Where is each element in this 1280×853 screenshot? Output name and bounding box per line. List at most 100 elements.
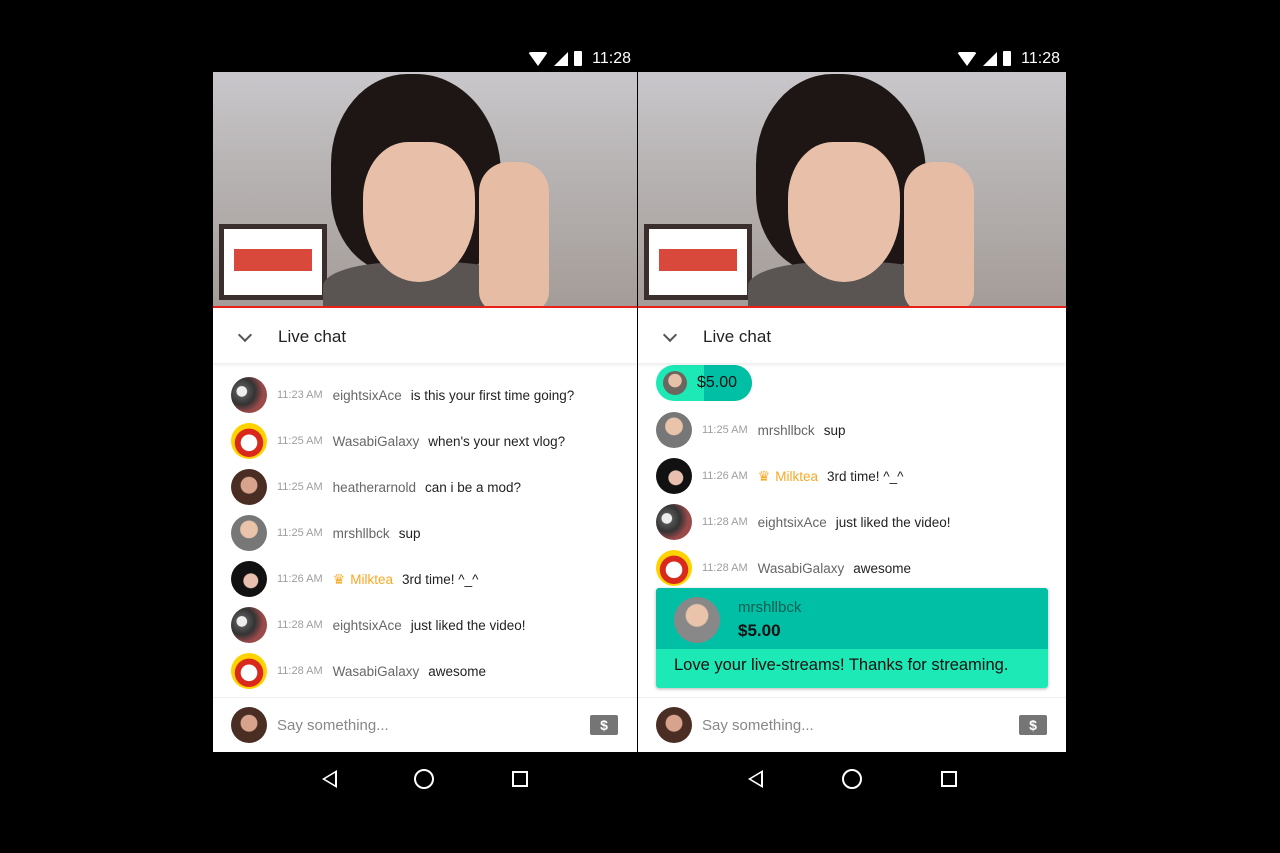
painting	[659, 249, 737, 271]
video-frame-art	[219, 224, 327, 300]
user-avatar	[231, 707, 267, 743]
video-frame-face	[363, 142, 475, 282]
navigation-bar	[638, 752, 1066, 806]
chat-message: 11:26 AM ♛ Milktea 3rd time! ^_^	[213, 556, 637, 602]
home-icon[interactable]	[841, 769, 862, 789]
super-chat-dollar-icon[interactable]: $	[1019, 715, 1047, 735]
avatar[interactable]	[231, 377, 267, 413]
recents-icon[interactable]	[512, 771, 529, 787]
battery-icon	[574, 51, 583, 66]
wifi-icon	[957, 51, 978, 66]
chat-list[interactable]: 11:25 AM mrshllbck sup 11:26 AM ♛ Milktea 3rd …	[638, 407, 1066, 591]
status-bar: 11:28	[213, 45, 637, 72]
message-text: sup	[398, 525, 421, 541]
crown-icon: ♛	[757, 467, 771, 484]
message-text: is this your first time going?	[410, 387, 575, 403]
back-icon[interactable]	[321, 770, 337, 788]
chat-header: Live chat	[213, 310, 637, 363]
wifi-icon	[528, 51, 549, 66]
battery-icon	[1003, 51, 1012, 66]
navigation-bar	[213, 752, 637, 806]
message-time: 11:26 AM	[277, 573, 323, 585]
message-author[interactable]: eightsixAce	[333, 388, 402, 403]
phone-screen-left: 11:28 Live chat 11:23 AM eightsixAce is this…	[213, 45, 637, 806]
video-frame-hand	[904, 162, 974, 306]
signal-icon	[983, 51, 998, 66]
crown-icon: ♛	[332, 570, 346, 587]
message-author[interactable]: WasabiGalaxy	[758, 561, 845, 576]
ticker-amount: $5.00	[697, 374, 738, 391]
super-chat-dollar-icon[interactable]: $	[590, 715, 618, 735]
message-text: awesome	[428, 663, 486, 679]
message-time: 11:25 AM	[277, 527, 323, 539]
avatar[interactable]	[674, 597, 720, 643]
chat-message: 11:25 AM heatherarnold can i be a mod?	[213, 464, 637, 510]
message-text: just liked the video!	[410, 617, 526, 633]
chat-header: Live chat	[638, 310, 1066, 363]
message-author[interactable]: heatherarnold	[333, 480, 416, 495]
status-time: 11:28	[592, 49, 631, 67]
chat-message: 11:28 AM eightsixAce just liked the video!	[638, 499, 1066, 545]
message-text: 3rd time! ^_^	[827, 468, 904, 484]
message-author[interactable]: eightsixAce	[333, 618, 402, 633]
super-chat-message: Love your live-streams! Thanks for strea…	[656, 649, 1048, 688]
status-time: 11:28	[1021, 49, 1060, 67]
avatar[interactable]	[231, 653, 267, 689]
chat-title: Live chat	[278, 326, 347, 346]
chat-message: 11:23 AM eightsixAce is this your first ti…	[213, 372, 637, 418]
chat-input[interactable]: Say something...	[277, 717, 590, 734]
chat-input-bar: Say something... $	[638, 697, 1066, 752]
user-avatar	[656, 707, 692, 743]
chat-list[interactable]: 11:23 AM eightsixAce is this your first ti…	[213, 372, 637, 694]
message-time: 11:28 AM	[277, 619, 323, 631]
avatar[interactable]	[656, 412, 692, 448]
super-chat-amount: $5.00	[738, 621, 781, 640]
home-icon[interactable]	[414, 769, 435, 789]
recents-icon[interactable]	[940, 771, 957, 787]
video-player[interactable]	[638, 72, 1066, 308]
video-frame-face	[788, 142, 900, 282]
message-author[interactable]: WasabiGalaxy	[333, 434, 420, 449]
chat-message: 11:25 AM mrshllbck sup	[213, 510, 637, 556]
super-chat-author[interactable]: mrshllbck	[738, 599, 801, 616]
message-author[interactable]: mrshllbck	[758, 423, 815, 438]
message-time: 11:28 AM	[702, 516, 748, 528]
avatar[interactable]	[231, 607, 267, 643]
video-frame-hand	[479, 162, 549, 306]
message-author[interactable]: WasabiGalaxy	[333, 664, 420, 679]
message-text: just liked the video!	[835, 514, 951, 530]
avatar	[663, 371, 687, 395]
status-bar: 11:28	[638, 45, 1066, 72]
chat-message: 11:28 AM eightsixAce just liked the video!	[213, 602, 637, 648]
chevron-down-icon[interactable]	[662, 327, 678, 342]
avatar[interactable]	[656, 458, 692, 494]
avatar[interactable]	[231, 515, 267, 551]
message-text: can i be a mod?	[425, 479, 522, 495]
chat-title: Live chat	[703, 326, 772, 346]
chat-input-bar: Say something... $	[213, 697, 637, 752]
painting	[234, 249, 312, 271]
chat-message: 11:26 AM ♛ Milktea 3rd time! ^_^	[638, 453, 1066, 499]
message-author[interactable]: Milktea	[350, 572, 393, 587]
message-time: 11:28 AM	[277, 665, 323, 677]
chat-message: 11:25 AM WasabiGalaxy when's your next vlo…	[213, 418, 637, 464]
message-text: when's your next vlog?	[428, 433, 566, 449]
super-chat-header: mrshllbck $5.00	[656, 588, 1048, 649]
avatar[interactable]	[656, 550, 692, 586]
super-chat-ticker[interactable]: $5.00	[656, 365, 752, 401]
chevron-down-icon[interactable]	[237, 327, 253, 342]
video-player[interactable]	[213, 72, 637, 308]
chat-input[interactable]: Say something...	[702, 717, 1019, 734]
message-author[interactable]: mrshllbck	[333, 526, 390, 541]
message-author[interactable]: Milktea	[775, 469, 818, 484]
back-icon[interactable]	[747, 770, 763, 788]
super-chat-card: mrshllbck $5.00 Love your live-streams! Th…	[656, 588, 1048, 688]
message-time: 11:23 AM	[277, 389, 323, 401]
video-frame-art	[644, 224, 752, 300]
message-author[interactable]: eightsixAce	[758, 515, 827, 530]
avatar[interactable]	[231, 423, 267, 459]
avatar[interactable]	[656, 504, 692, 540]
chat-message: 11:28 AM WasabiGalaxy awesome	[638, 545, 1066, 591]
avatar[interactable]	[231, 561, 267, 597]
avatar[interactable]	[231, 469, 267, 505]
